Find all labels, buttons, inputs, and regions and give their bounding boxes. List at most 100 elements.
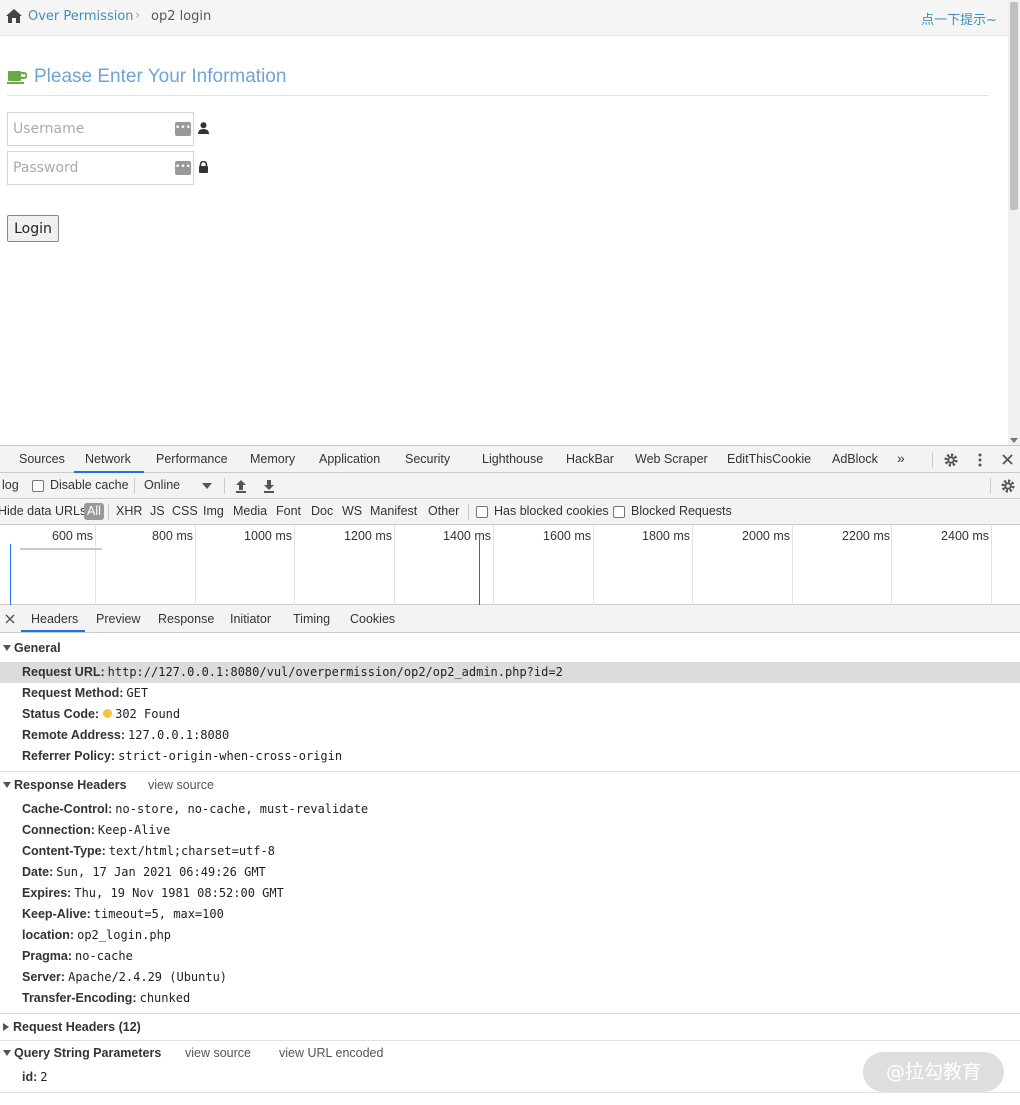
export-har-icon[interactable] (263, 479, 275, 493)
tab-headers[interactable]: Headers (31, 612, 78, 626)
filter-manifest[interactable]: Manifest (370, 504, 417, 518)
tab-lighthouse[interactable]: Lighthouse (482, 452, 543, 466)
more-tabs-icon[interactable]: » (897, 450, 905, 466)
view-source-link[interactable]: view source (148, 778, 214, 792)
view-url-encoded-link[interactable]: view URL encoded (279, 1046, 383, 1060)
filter-img[interactable]: Img (203, 504, 224, 518)
header-row[interactable]: Request Method: GET (22, 686, 148, 700)
tab-cookies[interactable]: Cookies (350, 612, 395, 626)
header-row[interactable]: Keep-Alive: timeout=5, max=100 (22, 907, 224, 921)
kebab-menu-icon[interactable] (973, 452, 987, 468)
tab-initiator[interactable]: Initiator (230, 612, 271, 626)
tab-editthiscookie[interactable]: EditThisCookie (727, 452, 811, 466)
header-row[interactable]: Transfer-Encoding: chunked (22, 991, 190, 1005)
header-row[interactable]: Status Code: 302 Found (22, 707, 180, 721)
disable-cache-checkbox[interactable] (32, 480, 44, 492)
header-row[interactable]: Connection: Keep-Alive (22, 823, 170, 837)
header-row[interactable]: Expires: Thu, 19 Nov 1981 08:52:00 GMT (22, 886, 284, 900)
view-source-link[interactable]: view source (185, 1046, 251, 1060)
filter-other[interactable]: Other (428, 504, 459, 518)
login-button[interactable]: Login (7, 215, 59, 242)
filter-js[interactable]: JS (150, 504, 165, 518)
header-row[interactable]: location: op2_login.php (22, 928, 171, 942)
gear-icon[interactable] (943, 452, 959, 468)
filter-all[interactable]: All (84, 503, 104, 520)
section-title: Response Headers (14, 778, 127, 792)
password-field[interactable]: ••• (7, 151, 194, 185)
password-manager-icon[interactable]: ••• (175, 122, 191, 136)
close-icon[interactable] (5, 614, 15, 624)
throttle-select[interactable]: Online (144, 478, 180, 492)
hint-link[interactable]: 点一下提示~ (921, 9, 997, 28)
password-manager-icon[interactable]: ••• (175, 161, 191, 175)
header-row[interactable]: Date: Sun, 17 Jan 2021 06:49:26 GMT (22, 865, 266, 879)
header-key: Cache-Control: (22, 802, 113, 816)
header-row[interactable]: Server: Apache/2.4.29 (Ubuntu) (22, 970, 227, 984)
filter-xhr[interactable]: XHR (116, 504, 142, 518)
tab-memory[interactable]: Memory (250, 452, 295, 466)
username-input[interactable] (8, 113, 168, 145)
header-row[interactable]: Request URL: http://127.0.0.1:8080/vul/ov… (22, 665, 563, 679)
request-headers-section-header[interactable]: Request Headers (12) (3, 1020, 141, 1034)
tab-security[interactable]: Security (405, 452, 450, 466)
username-field[interactable]: ••• (7, 112, 194, 146)
network-settings-icon[interactable] (1000, 478, 1016, 494)
header-row[interactable]: Referrer Policy: strict-origin-when-cross… (22, 749, 342, 763)
filter-doc[interactable]: Doc (311, 504, 333, 518)
header-row[interactable]: Content-Type: text/html;charset=utf-8 (22, 844, 275, 858)
header-row[interactable]: Cache-Control: no-store, no-cache, must-r… (22, 802, 368, 816)
general-section-header[interactable]: General (3, 641, 61, 655)
dropdown-arrow-icon[interactable] (202, 483, 212, 489)
section-title: Query String Parameters (14, 1046, 162, 1060)
blocked-requests-checkbox[interactable] (613, 506, 625, 518)
header-value: no-store, no-cache, must-revalidate (115, 802, 369, 816)
tab-adblock[interactable]: AdBlock (832, 452, 878, 466)
tab-preview[interactable]: Preview (96, 612, 140, 626)
has-blocked-cookies-checkbox[interactable] (476, 506, 488, 518)
preserve-log-label[interactable]: log (2, 478, 19, 492)
divider (0, 1040, 1020, 1041)
home-icon[interactable] (5, 8, 23, 24)
query-string-section-header[interactable]: Query String Parameters (3, 1046, 161, 1060)
tab-timing[interactable]: Timing (293, 612, 330, 626)
filter-font[interactable]: Font (276, 504, 301, 518)
header-value: op2_login.php (77, 928, 172, 942)
scrollbar-thumb[interactable] (1010, 2, 1018, 210)
timeline-gridline (593, 525, 594, 605)
timeline-gridline (692, 525, 693, 605)
breadcrumb-link-over-permission[interactable]: Over Permission (28, 9, 134, 24)
network-timeline[interactable]: 600 ms 800 ms 1000 ms 1200 ms 1400 ms 16… (0, 525, 1020, 616)
header-row[interactable]: id: 2 (22, 1070, 48, 1084)
page-scrollbar[interactable] (1008, 0, 1020, 445)
has-blocked-cookies-label[interactable]: Has blocked cookies (494, 504, 609, 518)
close-icon[interactable] (1001, 453, 1014, 466)
tab-web-scraper[interactable]: Web Scraper (635, 452, 708, 466)
header-value: chunked (139, 991, 191, 1005)
hide-data-urls-label[interactable]: Hide data URLs (0, 504, 86, 518)
header-key: Connection: (22, 823, 95, 837)
timeline-bar (20, 548, 102, 550)
tab-hackbar[interactable]: HackBar (566, 452, 614, 466)
tab-application[interactable]: Application (319, 452, 380, 466)
tab-sources[interactable]: Sources (19, 452, 65, 466)
header-key: Keep-Alive: (22, 907, 91, 921)
watermark: @拉勾教育 (863, 1052, 1004, 1092)
disable-cache-label[interactable]: Disable cache (50, 478, 129, 492)
tab-network[interactable]: Network (85, 452, 131, 466)
timeline-gridline (95, 525, 96, 605)
header-row[interactable]: Remote Address: 127.0.0.1:8080 (22, 728, 229, 742)
header-value: no-cache (75, 949, 133, 963)
password-input[interactable] (8, 152, 168, 184)
timeline-gridline (195, 525, 196, 605)
blocked-requests-label[interactable]: Blocked Requests (631, 504, 732, 518)
scroll-down-icon[interactable] (1010, 438, 1018, 443)
tab-performance[interactable]: Performance (156, 452, 228, 466)
import-har-icon[interactable] (235, 479, 247, 493)
header-row[interactable]: Pragma: no-cache (22, 949, 133, 963)
filter-ws[interactable]: WS (342, 504, 362, 518)
filter-css[interactable]: CSS (172, 504, 198, 518)
tab-response[interactable]: Response (158, 612, 214, 626)
filter-media[interactable]: Media (233, 504, 267, 518)
request-detail-tabs: Headers Preview Response Initiator Timin… (0, 605, 1020, 633)
response-headers-section-header[interactable]: Response Headers (3, 778, 127, 792)
